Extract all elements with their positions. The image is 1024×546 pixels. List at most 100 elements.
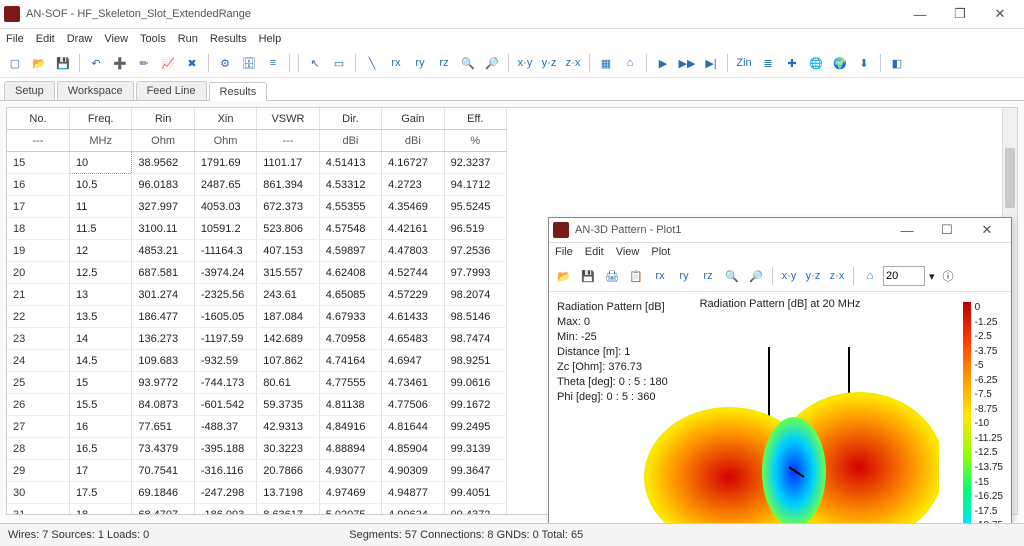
cell[interactable]: 92.3237 [444, 152, 506, 174]
cell[interactable]: -1197.59 [194, 328, 256, 350]
cell[interactable]: 4.2723 [382, 174, 444, 196]
cell[interactable]: 96.519 [444, 218, 506, 240]
tb-save-button[interactable]: 💾 [52, 52, 74, 74]
tab-setup[interactable]: Setup [4, 81, 55, 100]
cell[interactable]: 142.689 [257, 328, 319, 350]
plot-menu-file-menu[interactable]: File [555, 246, 573, 258]
cell[interactable]: -247.298 [194, 482, 256, 504]
table-row[interactable]: 2615.584.0873-601.54259.37354.811384.775… [7, 394, 507, 416]
scroll-thumb[interactable] [1005, 148, 1015, 208]
cell[interactable]: 98.5146 [444, 306, 506, 328]
cell[interactable]: 4.59897 [319, 240, 381, 262]
table-row[interactable]: 2816.573.4379-395.18830.32234.888944.859… [7, 438, 507, 460]
freq-spinner[interactable] [883, 266, 925, 286]
cell[interactable]: 4.70958 [319, 328, 381, 350]
cell[interactable]: 31 [7, 504, 69, 516]
menu-tools-menu[interactable]: Tools [140, 33, 166, 45]
cell[interactable]: -488.37 [194, 416, 256, 438]
pt-open-button[interactable]: 📂 [553, 265, 575, 287]
cell[interactable]: 4.99624 [382, 504, 444, 516]
tab-workspace[interactable]: Workspace [57, 81, 134, 100]
cell[interactable]: 12.5 [69, 262, 131, 284]
tb-pencil-button[interactable]: ✏ [133, 52, 155, 74]
table-row[interactable]: 1811.53100.1110591.2523.8064.575484.4216… [7, 218, 507, 240]
cell[interactable]: 99.4051 [444, 482, 506, 504]
tb-play-fwd-button[interactable]: ▶▶ [676, 52, 698, 74]
cell[interactable]: 18 [7, 218, 69, 240]
pt-print-button[interactable]: 🖨 [601, 265, 623, 287]
cell[interactable]: 4.81644 [382, 416, 444, 438]
cell[interactable]: 5.02075 [319, 504, 381, 516]
table-row[interactable]: 151038.95621791.691101.174.514134.167279… [7, 152, 507, 174]
cell[interactable]: 93.9772 [132, 372, 194, 394]
pt-home-button[interactable]: ⌂ [859, 265, 881, 287]
close-button[interactable]: ✕ [980, 3, 1020, 25]
cell[interactable]: 186.477 [132, 306, 194, 328]
cell[interactable]: 42.9313 [257, 416, 319, 438]
cell[interactable]: 243.61 [257, 284, 319, 306]
cell[interactable]: 4.88894 [319, 438, 381, 460]
cell[interactable]: 4053.03 [194, 196, 256, 218]
cell[interactable]: 109.683 [132, 350, 194, 372]
tb-diag-button[interactable]: ╲ [361, 52, 383, 74]
col-header[interactable]: No. [7, 108, 69, 130]
cell[interactable]: 97.7993 [444, 262, 506, 284]
cell[interactable]: 861.394 [257, 174, 319, 196]
tb-add-button[interactable]: ➕ [109, 52, 131, 74]
cell[interactable]: 8.63617 [257, 504, 319, 516]
menu-help-menu[interactable]: Help [259, 33, 282, 45]
cell[interactable]: 136.273 [132, 328, 194, 350]
cell[interactable]: 4.6947 [382, 350, 444, 372]
pt-rx-button[interactable]: rx [649, 265, 671, 287]
menu-edit-menu[interactable]: Edit [36, 33, 55, 45]
cell[interactable]: 4.74164 [319, 350, 381, 372]
cell[interactable]: 16 [7, 174, 69, 196]
menu-file-menu[interactable]: File [6, 33, 24, 45]
table-row[interactable]: 2012.5687.581-3974.24315.5574.624084.527… [7, 262, 507, 284]
cell[interactable]: 94.1712 [444, 174, 506, 196]
spinner-dropdown-icon[interactable]: ▾ [929, 270, 935, 283]
cell[interactable]: 4.42161 [382, 218, 444, 240]
cell[interactable]: 16.5 [69, 438, 131, 460]
cell[interactable]: 14 [69, 328, 131, 350]
cell[interactable]: 4853.21 [132, 240, 194, 262]
cell[interactable]: 13.5 [69, 306, 131, 328]
pt-ry-button[interactable]: ry [673, 265, 695, 287]
cell[interactable]: 68.4707 [132, 504, 194, 516]
cell[interactable]: 59.3735 [257, 394, 319, 416]
table-row[interactable]: 2213.5186.477-1605.05187.0844.679334.614… [7, 306, 507, 328]
cell[interactable]: 523.806 [257, 218, 319, 240]
menu-results-menu[interactable]: Results [210, 33, 247, 45]
cell[interactable]: -316.116 [194, 460, 256, 482]
col-header[interactable]: VSWR [257, 108, 319, 130]
tb-play-end-button[interactable]: ▶| [700, 52, 722, 74]
cell[interactable]: 15.5 [69, 394, 131, 416]
cell[interactable]: 12 [69, 240, 131, 262]
plot-menu-edit-menu[interactable]: Edit [585, 246, 604, 258]
radiation-pattern-3d[interactable] [639, 347, 939, 546]
cell[interactable]: 99.4372 [444, 504, 506, 516]
cell[interactable]: 11 [69, 196, 131, 218]
tb-yz-button[interactable]: y·z [538, 52, 560, 74]
table-row[interactable]: 3017.569.1846-247.29813.71984.974694.948… [7, 482, 507, 504]
tb-grid-button[interactable]: ▦ [595, 52, 617, 74]
pt-zx-button[interactable]: z·x [826, 265, 848, 287]
cell[interactable]: 4.77506 [382, 394, 444, 416]
cell[interactable]: 99.0616 [444, 372, 506, 394]
tb-open-button[interactable]: 📂 [28, 52, 50, 74]
cell[interactable]: 327.997 [132, 196, 194, 218]
cell[interactable]: 4.57548 [319, 218, 381, 240]
tb-db-button[interactable]: 🗄 [238, 52, 260, 74]
tb-zx-button[interactable]: z·x [562, 52, 584, 74]
cell[interactable]: 10 [69, 152, 131, 174]
tb-zoom-out-button[interactable]: 🔎 [481, 52, 503, 74]
tb-back-button[interactable]: ↶ [85, 52, 107, 74]
table-row[interactable]: 291770.7541-316.11620.78664.930774.90309… [7, 460, 507, 482]
tb-stack-button[interactable]: ≡ [262, 52, 284, 74]
table-row[interactable]: 311868.4707-186.0938.636175.020754.99624… [7, 504, 507, 516]
cell[interactable]: 301.274 [132, 284, 194, 306]
cell[interactable]: 18 [69, 504, 131, 516]
pt-zoom-out-button[interactable]: 🔎 [745, 265, 767, 287]
tb-zin-button[interactable]: Zin [733, 52, 755, 74]
cell[interactable]: 10.5 [69, 174, 131, 196]
